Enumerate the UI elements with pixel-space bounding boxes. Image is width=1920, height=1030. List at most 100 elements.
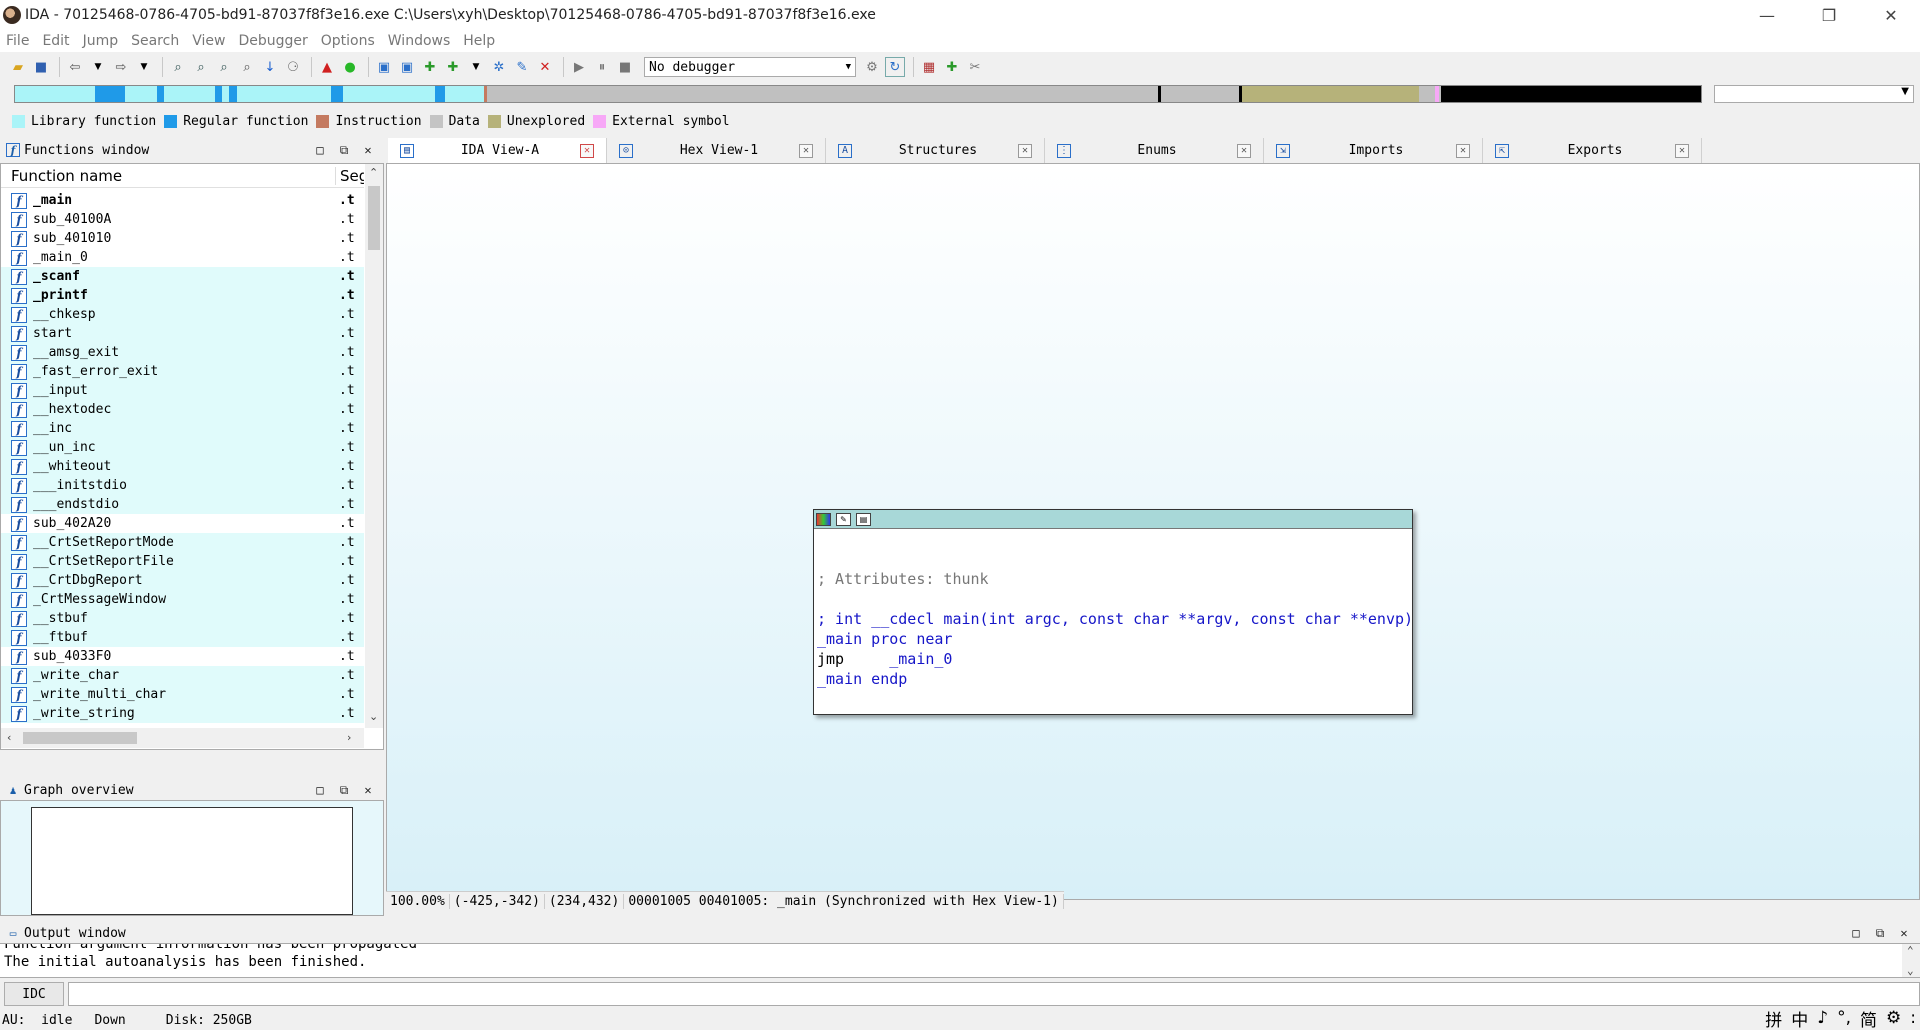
function-row[interactable]: f __input .t xyxy=(1,381,364,400)
menu-options[interactable]: Options xyxy=(321,33,375,49)
column-segment[interactable]: Segment xyxy=(335,166,364,185)
scroll-up-icon[interactable]: ⌃ xyxy=(369,166,378,179)
ime-more-icon[interactable]: : xyxy=(1910,1008,1916,1028)
dropdown-arrow-icon[interactable]: ▼ xyxy=(466,57,486,77)
maximize-panel-icon[interactable]: □ xyxy=(312,142,328,158)
tab-enums[interactable]: ⋮ Enums ✕ xyxy=(1045,138,1264,163)
scrollbar-thumb[interactable] xyxy=(23,732,137,744)
function-row[interactable]: f _main .t xyxy=(1,191,364,210)
search-text-icon[interactable]: ⌕ xyxy=(191,57,211,77)
functions-vertical-scrollbar[interactable]: ⌃ ⌄ xyxy=(365,164,383,728)
close-panel-icon[interactable]: ✕ xyxy=(360,142,376,158)
menu-jump[interactable]: Jump xyxy=(83,33,119,49)
scroll-down-icon[interactable]: ⌄ xyxy=(369,710,378,723)
ida-view-graph[interactable]: ✎ ▤ ; Attributes: thunk ; int __cdecl ma… xyxy=(386,163,1920,900)
create-function-icon[interactable]: ▣ xyxy=(374,57,394,77)
function-row[interactable]: f __hextodec .t xyxy=(1,400,364,419)
scroll-right-icon[interactable]: › xyxy=(347,731,351,744)
functions-horizontal-scrollbar[interactable]: ‹ › xyxy=(1,728,364,748)
function-row[interactable]: f _write_char .t xyxy=(1,666,364,685)
ime-settings-icon[interactable]: ⚙ xyxy=(1886,1008,1901,1028)
function-row[interactable]: f ___initstdio .t xyxy=(1,476,364,495)
segment-select[interactable]: ▼ xyxy=(1714,85,1914,103)
close-tab-icon[interactable]: ✕ xyxy=(580,143,594,158)
add-breakpoint-icon[interactable]: ✚ xyxy=(942,57,962,77)
add-struct-icon[interactable]: ✚ xyxy=(420,57,440,77)
graph-icon[interactable]: ⚆ xyxy=(283,57,303,77)
function-row[interactable]: f __whiteout .t xyxy=(1,457,364,476)
delete-icon[interactable]: ✕ xyxy=(535,57,555,77)
menu-windows[interactable]: Windows xyxy=(388,33,451,49)
patch-icon[interactable]: ✲ xyxy=(489,57,509,77)
function-row[interactable]: f start .t xyxy=(1,324,364,343)
scrollbar-thumb[interactable] xyxy=(368,186,380,250)
menu-view[interactable]: View xyxy=(192,33,225,49)
sync-icon[interactable]: ↻ xyxy=(885,57,905,77)
function-row[interactable]: f __stbuf .t xyxy=(1,609,364,628)
function-row[interactable]: f __chkesp .t xyxy=(1,305,364,324)
node-color-icon[interactable] xyxy=(816,512,831,526)
output-window[interactable]: Function argument information has been p… xyxy=(0,943,1920,978)
scroll-up-icon[interactable]: ⌃ xyxy=(1907,944,1914,957)
idc-button[interactable]: IDC xyxy=(4,982,64,1006)
search-immediate-icon[interactable]: ⌕ xyxy=(214,57,234,77)
close-panel-icon[interactable]: ✕ xyxy=(360,782,376,798)
close-tab-icon[interactable]: ✕ xyxy=(1456,143,1470,158)
graph-node-main[interactable]: ✎ ▤ ; Attributes: thunk ; int __cdecl ma… xyxy=(813,509,1413,715)
close-tab-icon[interactable]: ✕ xyxy=(1018,143,1032,158)
open-folder-icon[interactable]: ▰ xyxy=(8,57,28,77)
search-next-icon[interactable]: ⌕ xyxy=(237,57,257,77)
maximize-panel-icon[interactable]: □ xyxy=(1848,925,1864,941)
ime-moon-icon[interactable]: ♪ xyxy=(1817,1008,1828,1028)
tab-ida-view-a[interactable]: ▤ IDA View-A ✕ xyxy=(388,138,607,163)
node-group-icon[interactable]: ▤ xyxy=(856,512,871,526)
function-row[interactable]: f _fast_error_exit .t xyxy=(1,362,364,381)
navigation-bar[interactable] xyxy=(14,85,1702,103)
float-panel-icon[interactable]: ⧉ xyxy=(1872,925,1888,941)
function-row[interactable]: f sub_40100A .t xyxy=(1,210,364,229)
command-input[interactable] xyxy=(68,982,1920,1006)
function-row[interactable]: f sub_401010 .t xyxy=(1,229,364,248)
breakpoints-icon[interactable]: ▦ xyxy=(919,57,939,77)
search-binary-icon[interactable]: ⌕ xyxy=(168,57,188,77)
proc-line[interactable]: _main proc near xyxy=(817,629,1412,649)
close-tab-icon[interactable]: ✕ xyxy=(1675,143,1689,158)
tab-imports[interactable]: ⇲ Imports ✕ xyxy=(1264,138,1483,163)
debugger-options-icon[interactable]: ⚙ xyxy=(862,57,882,77)
function-row[interactable]: f _write_string .t xyxy=(1,704,364,723)
function-row[interactable]: f __ftbuf .t xyxy=(1,628,364,647)
menu-debugger[interactable]: Debugger xyxy=(238,33,307,49)
function-row[interactable]: f ___endstdio .t xyxy=(1,495,364,514)
tools-icon[interactable]: ✂ xyxy=(965,57,985,77)
menu-search[interactable]: Search xyxy=(131,33,179,49)
stop-icon[interactable]: ■ xyxy=(615,57,635,77)
function-row[interactable]: f _scanf .t xyxy=(1,267,364,286)
dropdown-arrow-icon[interactable]: ▼ xyxy=(88,57,108,77)
function-row[interactable]: f _printf .t xyxy=(1,286,364,305)
ime-simplified-icon[interactable]: 简 xyxy=(1860,1006,1877,1030)
restore-button[interactable]: ❐ xyxy=(1806,0,1852,30)
function-row[interactable]: f __CrtSetReportFile .t xyxy=(1,552,364,571)
function-row[interactable]: f __CrtDbgReport .t xyxy=(1,571,364,590)
close-button[interactable]: ✕ xyxy=(1868,0,1914,30)
function-row[interactable]: f _CrtMessageWindow .t xyxy=(1,590,364,609)
dropdown-arrow-icon[interactable]: ▼ xyxy=(134,57,154,77)
graph-overview-viewport[interactable] xyxy=(31,807,353,915)
function-row[interactable]: f __un_inc .t xyxy=(1,438,364,457)
node-edit-icon[interactable]: ✎ xyxy=(836,512,851,526)
menu-file[interactable]: File xyxy=(6,33,29,49)
pause-icon[interactable]: ⏸ xyxy=(592,57,612,77)
ime-chinese-icon[interactable]: 中 xyxy=(1791,1006,1808,1030)
edit-icon[interactable]: ✎ xyxy=(512,57,532,77)
function-row[interactable]: f _write_multi_char .t xyxy=(1,685,364,704)
function-row[interactable]: f sub_4033F0 .t xyxy=(1,647,364,666)
create-segment-icon[interactable]: ▣ xyxy=(397,57,417,77)
scroll-left-icon[interactable]: ‹ xyxy=(7,731,11,744)
save-icon[interactable]: ■ xyxy=(31,57,51,77)
run-icon[interactable]: ▶ xyxy=(569,57,589,77)
tab-hex-view-1[interactable]: ⊙ Hex View-1 ✕ xyxy=(607,138,826,163)
ime-punct-icon[interactable]: °, xyxy=(1837,1008,1851,1028)
add-enum-icon[interactable]: ✚ xyxy=(443,57,463,77)
close-panel-icon[interactable]: ✕ xyxy=(1896,925,1912,941)
function-row[interactable]: f __CrtSetReportMode .t xyxy=(1,533,364,552)
